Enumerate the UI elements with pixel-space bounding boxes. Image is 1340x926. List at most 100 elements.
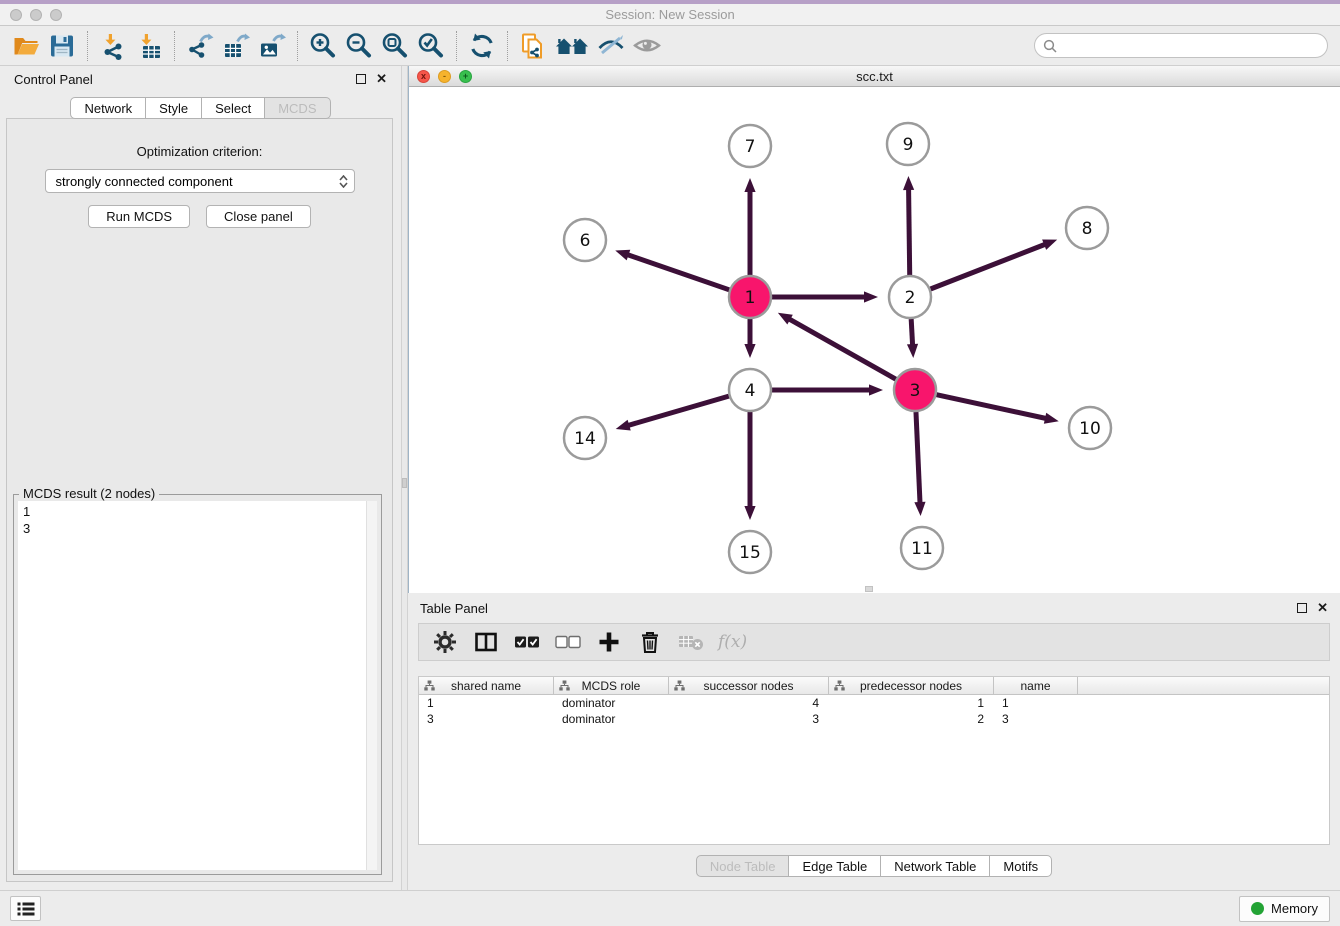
toolbar-separator bbox=[174, 31, 175, 61]
zoom-fit-button[interactable] bbox=[377, 29, 413, 63]
zoom-in-button[interactable] bbox=[305, 29, 341, 63]
network-window-titlebar[interactable]: x - + scc.txt bbox=[409, 66, 1340, 87]
select-all-icon bbox=[514, 635, 540, 649]
graph-edge-3-10[interactable] bbox=[936, 395, 1047, 419]
table-cell[interactable]: 2 bbox=[829, 711, 994, 727]
graph-edge-arrow bbox=[903, 176, 914, 190]
search-icon bbox=[1043, 39, 1057, 53]
save-session-button[interactable] bbox=[44, 29, 80, 63]
table-cell[interactable]: 1 bbox=[829, 695, 994, 711]
tab-edge-table[interactable]: Edge Table bbox=[789, 855, 881, 877]
tab-node-table[interactable]: Node Table bbox=[696, 855, 790, 877]
search-field[interactable] bbox=[1034, 33, 1328, 58]
optimization-criterion-select[interactable]: strongly connected component bbox=[45, 169, 355, 193]
deselect-all-columns-button[interactable] bbox=[554, 628, 582, 656]
tab-network-table[interactable]: Network Table bbox=[881, 855, 990, 877]
graph-edge-1-6[interactable] bbox=[626, 254, 730, 290]
import-table-button[interactable] bbox=[131, 29, 167, 63]
column-type-icon bbox=[834, 680, 845, 691]
import-network-button[interactable] bbox=[95, 29, 131, 63]
tab-motifs[interactable]: Motifs bbox=[990, 855, 1052, 877]
control-panel-header: Control Panel ✕ bbox=[0, 66, 401, 92]
add-column-button[interactable] bbox=[595, 628, 623, 656]
node-table-body: 1dominator4113dominator323 bbox=[419, 695, 1329, 727]
float-panel-icon[interactable] bbox=[356, 74, 366, 84]
graph-edge-arrow bbox=[744, 344, 755, 358]
table-row[interactable]: 1dominator411 bbox=[419, 695, 1329, 711]
home-layout-button[interactable] bbox=[551, 29, 593, 63]
node-table[interactable]: shared name MCDS role successor nodes prede… bbox=[418, 676, 1330, 845]
function-builder-button[interactable]: f(x) bbox=[718, 628, 747, 656]
table-panel: Table Panel ✕ bbox=[408, 595, 1340, 890]
export-image-button[interactable] bbox=[254, 29, 290, 63]
open-session-button[interactable] bbox=[8, 29, 44, 63]
export-table-button[interactable] bbox=[218, 29, 254, 63]
graph-edge-3-1[interactable] bbox=[787, 318, 895, 379]
hide-selected-button[interactable] bbox=[593, 29, 629, 63]
table-cell[interactable]: dominator bbox=[554, 695, 669, 711]
close-panel-button[interactable]: Close panel bbox=[206, 205, 311, 228]
column-header-successor-nodes[interactable]: successor nodes bbox=[669, 677, 829, 694]
window-title: Session: New Session bbox=[0, 7, 1340, 22]
table-cell[interactable]: 3 bbox=[994, 711, 1078, 727]
export-network-button[interactable] bbox=[182, 29, 218, 63]
splitter-grip-icon[interactable] bbox=[402, 478, 407, 488]
table-cell[interactable]: dominator bbox=[554, 711, 669, 727]
float-panel-icon[interactable] bbox=[1297, 603, 1307, 613]
column-label: MCDS role bbox=[582, 679, 641, 693]
graph-node-label: 8 bbox=[1082, 219, 1093, 239]
column-header-predecessor-nodes[interactable]: predecessor nodes bbox=[829, 677, 994, 694]
close-panel-icon[interactable]: ✕ bbox=[376, 74, 387, 84]
zoom-selected-button[interactable] bbox=[413, 29, 449, 63]
refresh-view-button[interactable] bbox=[464, 29, 500, 63]
graph-edge-4-14[interactable] bbox=[626, 396, 729, 426]
tab-mcds[interactable]: MCDS bbox=[265, 97, 330, 119]
run-mcds-button[interactable]: Run MCDS bbox=[88, 205, 190, 228]
delete-button[interactable] bbox=[636, 628, 664, 656]
close-panel-icon[interactable]: ✕ bbox=[1317, 603, 1328, 613]
result-scrollbar[interactable] bbox=[366, 501, 377, 870]
graph-node-label: 6 bbox=[580, 231, 591, 251]
graph-edge-3-11[interactable] bbox=[916, 412, 920, 505]
gear-button[interactable] bbox=[431, 628, 459, 656]
graph-edge-2-3[interactable] bbox=[911, 319, 913, 347]
column-header-MCDS-role[interactable]: MCDS role bbox=[554, 677, 669, 694]
function-builder-icon: f(x) bbox=[718, 632, 747, 652]
mcds-result-text[interactable]: 1 3 bbox=[18, 501, 366, 870]
graph-node-label: 7 bbox=[745, 137, 756, 157]
tab-select[interactable]: Select bbox=[202, 97, 265, 119]
column-type-icon bbox=[559, 680, 570, 691]
delete-table-icon bbox=[678, 632, 704, 652]
graph-node-label: 11 bbox=[911, 539, 933, 559]
control-panel-tabs: NetworkStyleSelectMCDS bbox=[0, 97, 401, 119]
column-header-shared-name[interactable]: shared name bbox=[419, 677, 554, 694]
table-cell[interactable]: 3 bbox=[419, 711, 554, 727]
table-cell[interactable]: 1 bbox=[419, 695, 554, 711]
column-label: predecessor nodes bbox=[860, 679, 962, 693]
graph-edge-2-9[interactable] bbox=[909, 187, 910, 275]
search-input[interactable] bbox=[1062, 38, 1319, 53]
select-all-columns-button[interactable] bbox=[513, 628, 541, 656]
tab-network[interactable]: Network bbox=[70, 97, 146, 119]
show-all-button[interactable] bbox=[629, 29, 665, 63]
task-history-button[interactable] bbox=[10, 896, 41, 921]
graph-node-label: 10 bbox=[1079, 419, 1101, 439]
table-cell[interactable]: 1 bbox=[994, 695, 1078, 711]
table-row[interactable]: 3dominator323 bbox=[419, 711, 1329, 727]
split-columns-button[interactable] bbox=[472, 628, 500, 656]
zoom-out-button[interactable] bbox=[341, 29, 377, 63]
memory-status-icon bbox=[1251, 902, 1264, 915]
column-header-name[interactable]: name bbox=[994, 677, 1078, 694]
table-cell[interactable]: 4 bbox=[669, 695, 829, 711]
tab-style[interactable]: Style bbox=[146, 97, 202, 119]
memory-button[interactable]: Memory bbox=[1239, 896, 1330, 922]
graph-node-label: 1 bbox=[745, 288, 756, 308]
save-icon bbox=[48, 32, 76, 60]
delete-table-button[interactable] bbox=[677, 628, 705, 656]
vertical-splitter[interactable] bbox=[401, 66, 408, 890]
splitter-grip-icon[interactable] bbox=[865, 586, 873, 592]
network-canvas[interactable]: 7968124314101511 bbox=[409, 87, 1340, 593]
graph-edge-2-8[interactable] bbox=[930, 244, 1046, 289]
table-cell[interactable]: 3 bbox=[669, 711, 829, 727]
clone-network-button[interactable] bbox=[515, 29, 551, 63]
